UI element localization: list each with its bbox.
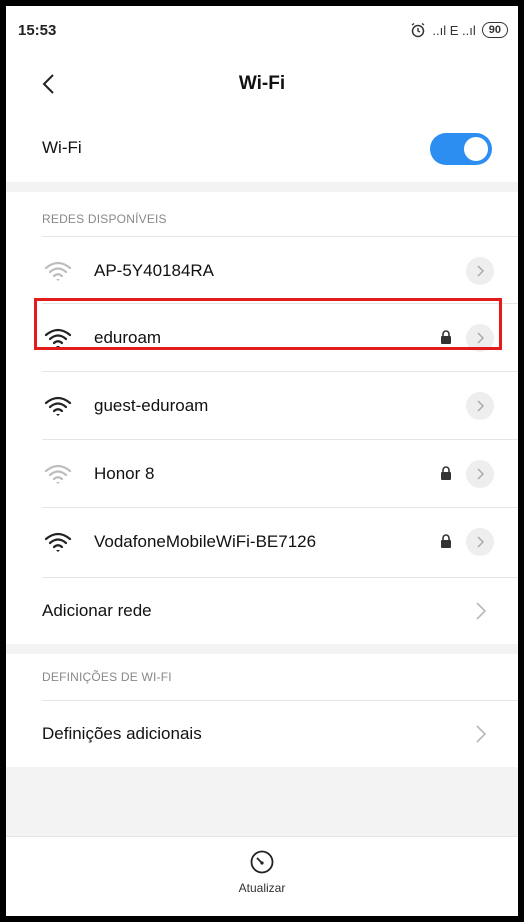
wifi-toggle-label: Wi-Fi	[42, 138, 82, 157]
network-details-button[interactable]	[466, 528, 494, 556]
toggle-knob	[464, 137, 488, 161]
network-name: VodafoneMobileWiFi-BE7126	[94, 531, 317, 551]
wifi-toggle-switch[interactable]	[430, 133, 492, 165]
chevron-right-icon	[477, 332, 485, 344]
wifi-toggle-row: Wi-Fi	[6, 114, 518, 182]
lock-icon	[441, 330, 451, 344]
network-details-button[interactable]	[466, 257, 494, 285]
signal-indicator: ..ıl E ..ıl	[432, 22, 476, 38]
chevron-right-icon	[476, 725, 487, 743]
section-separator	[6, 644, 518, 654]
status-time: 15:53	[18, 21, 57, 39]
chevron-right-icon	[477, 468, 485, 480]
add-network-label: Adicionar rede	[42, 601, 152, 620]
network-details-button[interactable]	[466, 392, 494, 420]
add-network-row[interactable]: Adicionar rede	[6, 578, 518, 644]
chevron-right-icon	[477, 536, 485, 548]
network-name: eduroam	[94, 327, 162, 347]
additional-settings-row[interactable]: Definições adicionais	[6, 701, 518, 767]
wifi-signal-icon	[44, 328, 72, 348]
network-name: AP-5Y40184RA	[94, 260, 215, 280]
page-title: Wi-Fi	[238, 73, 286, 94]
chevron-right-icon	[477, 265, 485, 277]
chevron-right-icon	[476, 602, 487, 620]
network-row[interactable]: VodafoneMobileWiFi-BE7126	[6, 508, 518, 575]
network-row[interactable]: Honor 8	[6, 440, 518, 507]
network-row[interactable]: AP-5Y40184RA	[6, 237, 518, 304]
network-name: guest-eduroam	[94, 395, 209, 415]
network-row[interactable]: guest-eduroam	[6, 372, 518, 439]
alarm-icon	[411, 22, 425, 38]
network-details-button[interactable]	[466, 324, 494, 352]
refresh-label: Atualizar	[238, 881, 286, 895]
wifi-settings-header: DEFINIÇÕES DE WI-FI	[42, 670, 172, 684]
lock-icon	[441, 534, 451, 548]
refresh-icon	[250, 850, 274, 874]
status-bar: 15:53 ..ıl E ..ıl 90	[6, 6, 518, 54]
back-arrow-icon[interactable]	[38, 72, 62, 96]
bottom-bar: Atualizar	[6, 836, 518, 916]
empty-area	[6, 767, 518, 836]
chevron-right-icon	[477, 400, 485, 412]
page-header: Wi-Fi	[6, 54, 518, 114]
wifi-signal-icon	[44, 464, 72, 484]
network-name: Honor 8	[94, 463, 155, 483]
phone-screen: 15:53 ..ıl E ..ıl 90 Wi-Fi Wi-Fi REDES D…	[6, 6, 518, 916]
network-details-button[interactable]	[466, 460, 494, 488]
battery-indicator: 90	[481, 22, 508, 38]
network-row[interactable]: eduroam	[6, 304, 518, 371]
status-icons: ..ıl E ..ıl 90	[410, 22, 508, 38]
wifi-signal-icon	[44, 532, 72, 552]
wifi-signal-icon	[44, 261, 72, 281]
additional-settings-label: Definições adicionais	[42, 724, 202, 743]
refresh-button[interactable]: Atualizar	[6, 849, 518, 895]
lock-icon	[441, 466, 451, 480]
section-separator	[6, 182, 518, 192]
wifi-signal-icon	[44, 396, 72, 416]
